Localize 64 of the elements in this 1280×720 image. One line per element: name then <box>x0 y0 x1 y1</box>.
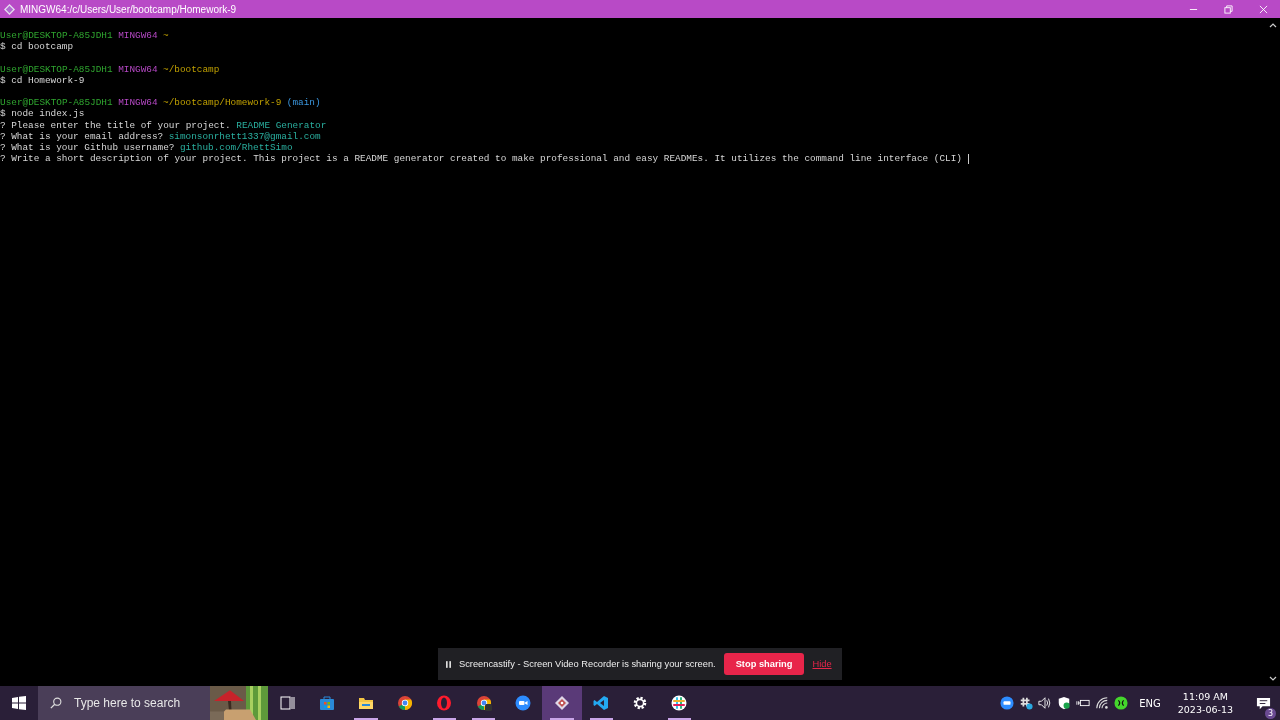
volume-icon[interactable] <box>1038 696 1053 710</box>
notification-count: 3 <box>1265 707 1276 719</box>
answer-text: README Generator <box>236 119 327 131</box>
scroll-up-icon[interactable] <box>1269 22 1277 28</box>
close-icon[interactable] <box>1259 4 1268 14</box>
code-editor-icon <box>593 695 610 711</box>
prompt-host: MINGW64 <box>118 97 158 109</box>
clock-time: 11:09 AM <box>1182 690 1228 703</box>
windows-start-icon[interactable] <box>12 696 26 710</box>
hash-icon <box>671 695 688 711</box>
input-field[interactable]: This project is a README generator created to make professional and easy READMEs. It utilizes the command line interface (CLI) <box>253 153 969 165</box>
language-indicator[interactable]: ENG <box>1139 697 1161 709</box>
question-text: Write a short description of your project. <box>11 153 248 165</box>
question-mark: ? <box>0 153 6 165</box>
question-mark: ? <box>0 130 6 142</box>
question-text: What is your email address? <box>11 130 164 142</box>
zoom-icon <box>514 695 531 711</box>
diamond-icon <box>553 695 570 711</box>
hash-icon[interactable] <box>1019 696 1034 710</box>
command-text: cd Homework-9 <box>11 74 85 86</box>
settings-icon <box>632 695 649 711</box>
wifi-icon[interactable] <box>1095 696 1110 710</box>
prompt-host: MINGW64 <box>118 63 158 75</box>
question-text: What is your Github username? <box>11 141 175 154</box>
search-icon <box>50 697 62 709</box>
prompt-sign: $ <box>0 41 6 53</box>
answer-text: github.com/RhettSimo <box>180 141 293 154</box>
pause-icon <box>446 660 451 668</box>
scroll-down-icon[interactable] <box>1269 676 1277 682</box>
restore-icon[interactable] <box>1224 4 1233 14</box>
sharing-message: Screencastify - Screen Video Recorder is sharing your screen. <box>459 659 716 669</box>
bag-icon <box>318 695 335 711</box>
question-mark: ? <box>0 141 6 154</box>
search-field[interactable]: Type here to search <box>74 696 204 710</box>
command-text: node index.js <box>11 108 85 120</box>
diamond-icon <box>4 3 15 15</box>
taskbar-app[interactable] <box>542 686 582 720</box>
prompt-user: User@DESKTOP-A85JDH1 <box>0 30 113 42</box>
stop-sharing-button[interactable]: Stop sharing <box>723 653 805 675</box>
question-mark: ? <box>0 119 6 131</box>
prompt-branch: (main) <box>286 97 321 109</box>
hide-link[interactable]: Hide <box>812 659 832 669</box>
answer-text: simonsonrhett1337@gmail.com <box>168 130 321 142</box>
prompt-user: User@DESKTOP-A85JDH1 <box>0 63 113 75</box>
prompt-path: ~ <box>163 30 169 42</box>
folder-icon <box>357 695 374 711</box>
prompt-path: ~/bootcamp <box>163 63 220 75</box>
chrome-icon <box>397 695 414 711</box>
chrome-profile-icon <box>475 695 492 711</box>
opera-icon <box>436 695 453 711</box>
window-title: MINGW64:/c/Users/User/bootcamp/Homework-9 <box>20 3 237 15</box>
prompt-sign: $ <box>0 108 6 120</box>
question-text: Please enter the title of your project. <box>11 119 231 131</box>
prompt-path: ~/bootcamp/Homework-9 <box>163 97 282 109</box>
clock[interactable]: 11:09 AM 2023-06-13 <box>1177 690 1233 716</box>
clock-date: 2023-06-13 <box>1177 703 1233 716</box>
shield-icon[interactable] <box>1057 696 1072 710</box>
notifications-icon[interactable] <box>1255 695 1271 711</box>
prompt-sign: $ <box>0 74 6 86</box>
command-text: cd bootcamp <box>11 41 74 53</box>
zoom-icon[interactable] <box>1000 696 1015 710</box>
prompt-user: User@DESKTOP-A85JDH1 <box>0 97 113 109</box>
task-view-icon <box>279 695 296 711</box>
prompt-host: MINGW64 <box>118 30 158 42</box>
